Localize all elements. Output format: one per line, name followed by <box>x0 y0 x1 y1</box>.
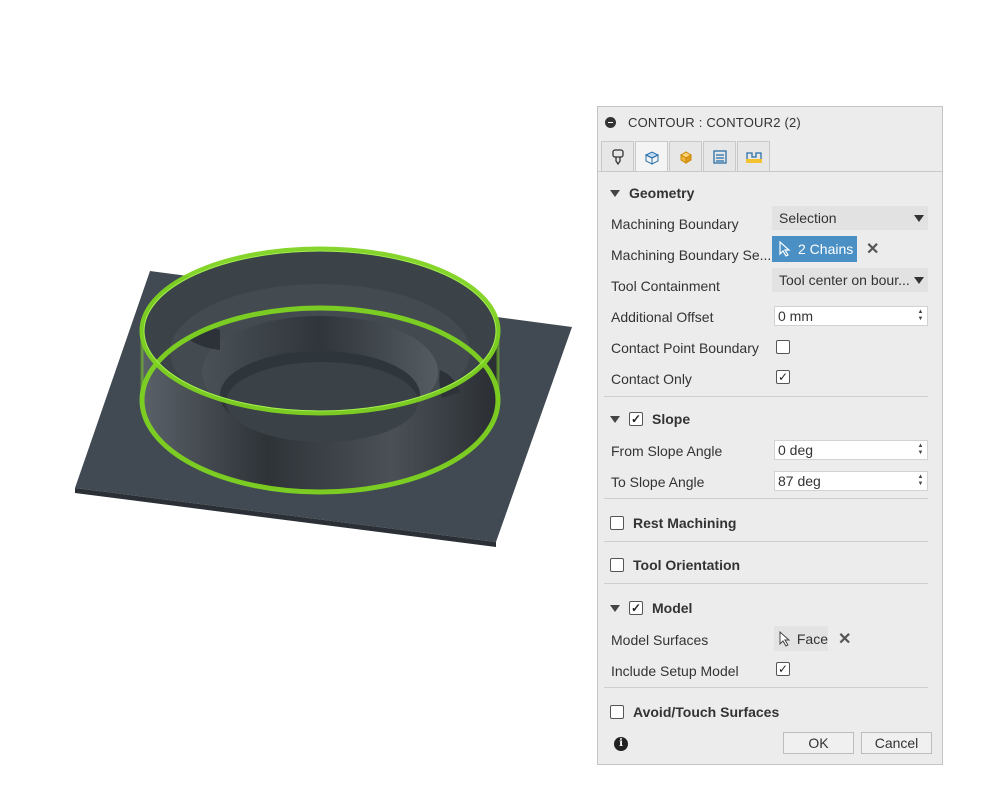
additional-offset-value: 0 mm <box>778 308 813 324</box>
model-header-label: Model <box>652 600 693 616</box>
boundary-selection-button[interactable]: 2 Chains <box>772 236 857 262</box>
geometry-header-label: Geometry <box>629 185 695 201</box>
slope-enable-checkbox[interactable]: ✓ <box>629 412 643 426</box>
boundary-selection-label: Machining Boundary Se... <box>611 247 772 263</box>
tool-orientation-header-label: Tool Orientation <box>633 557 741 573</box>
avoid-touch-checkbox[interactable] <box>610 705 624 719</box>
contact-only-label: Contact Only <box>611 371 692 387</box>
passes-icon <box>712 149 727 164</box>
contact-only-checkbox[interactable]: ✓ <box>776 370 790 384</box>
contact-point-boundary-checkbox[interactable] <box>776 340 790 354</box>
to-slope-label: To Slope Angle <box>611 474 705 490</box>
dialog-content: Geometry Machining Boundary Selection Ma… <box>598 171 942 728</box>
chevron-down-icon <box>914 215 924 222</box>
tool-containment-label: Tool Containment <box>611 278 720 294</box>
contour-dialog: CONTOUR : CONTOUR2 (2) Geometry Machinin… <box>597 106 943 765</box>
heights-icon <box>679 150 692 164</box>
collapse-triangle-icon <box>610 604 620 612</box>
dialog-footer: i OK Cancel <box>598 727 942 764</box>
from-slope-value: 0 deg <box>778 442 814 458</box>
section-divider <box>604 396 928 397</box>
rest-machining-checkbox[interactable] <box>610 516 624 530</box>
section-divider <box>604 541 928 542</box>
section-divider <box>604 687 928 688</box>
slope-section-header[interactable]: ✓ Slope <box>610 408 690 430</box>
tab-strip <box>601 141 771 171</box>
additional-offset-label: Additional Offset <box>611 309 714 325</box>
tab-passes[interactable] <box>703 141 736 171</box>
dialog-title: CONTOUR : CONTOUR2 (2) <box>628 114 801 130</box>
tab-tool[interactable] <box>601 141 634 171</box>
include-setup-model-checkbox[interactable]: ✓ <box>776 662 790 676</box>
spinner-arrows-icon[interactable]: ▲ ▼ <box>917 309 924 323</box>
additional-offset-input[interactable]: 0 mm ▲ ▼ <box>774 306 928 326</box>
cursor-arrow-icon <box>779 241 791 257</box>
info-icon[interactable]: i <box>614 737 628 751</box>
collapse-icon[interactable] <box>605 116 616 128</box>
linking-icon <box>745 151 762 163</box>
include-setup-model-label: Include Setup Model <box>611 663 739 679</box>
tool-orientation-checkbox[interactable] <box>610 558 624 572</box>
model-viewport[interactable] <box>0 0 590 794</box>
section-divider <box>604 583 928 584</box>
spinner-arrows-icon[interactable]: ▲ ▼ <box>917 443 924 457</box>
tab-heights[interactable] <box>669 141 702 171</box>
model-section-header[interactable]: ✓ Model <box>610 597 692 619</box>
tool-icon <box>611 148 624 165</box>
tab-linking[interactable] <box>737 141 770 171</box>
to-slope-input[interactable]: 87 deg ▲ ▼ <box>774 471 928 491</box>
tool-containment-dropdown[interactable]: Tool center on bour... <box>772 268 928 292</box>
section-divider <box>604 498 928 499</box>
slope-header-label: Slope <box>652 411 691 427</box>
machining-boundary-dropdown[interactable]: Selection <box>772 206 928 230</box>
dialog-titlebar: CONTOUR : CONTOUR2 (2) <box>598 107 942 137</box>
to-slope-value: 87 deg <box>778 473 821 489</box>
avoid-touch-header-label: Avoid/Touch Surfaces <box>633 704 780 720</box>
collapse-triangle-icon <box>610 415 620 423</box>
cancel-button[interactable]: Cancel <box>861 732 932 754</box>
machining-boundary-value: Selection <box>779 210 837 226</box>
clear-surfaces-icon[interactable]: ✕ <box>838 629 851 649</box>
from-slope-input[interactable]: 0 deg ▲ ▼ <box>774 440 928 460</box>
clear-selection-icon[interactable]: ✕ <box>866 239 879 259</box>
model-surfaces-label: Model Surfaces <box>611 632 709 648</box>
ok-button[interactable]: OK <box>783 732 854 754</box>
avoid-touch-section-header[interactable]: Avoid/Touch Surfaces <box>610 701 779 723</box>
contact-point-boundary-label: Contact Point Boundary <box>611 340 759 356</box>
boundary-selection-value: 2 Chains <box>798 241 854 257</box>
spinner-arrows-icon[interactable]: ▲ ▼ <box>917 474 924 488</box>
tab-geometry[interactable] <box>635 141 668 171</box>
tool-orientation-section-header[interactable]: Tool Orientation <box>610 554 740 576</box>
rest-machining-header-label: Rest Machining <box>633 515 737 531</box>
chevron-down-icon <box>914 277 924 284</box>
model-surfaces-button[interactable]: Face <box>774 626 828 651</box>
machining-boundary-label: Machining Boundary <box>611 216 739 232</box>
model-enable-checkbox[interactable]: ✓ <box>629 601 643 615</box>
geometry-section-header[interactable]: Geometry <box>610 182 694 204</box>
part-model <box>75 246 572 547</box>
cursor-arrow-icon <box>779 630 791 647</box>
collapse-triangle-icon <box>610 189 620 197</box>
geometry-icon <box>644 150 659 165</box>
from-slope-label: From Slope Angle <box>611 443 723 459</box>
tool-containment-value: Tool center on bour... <box>779 272 910 288</box>
model-surfaces-value: Face <box>796 630 828 647</box>
rest-machining-section-header[interactable]: Rest Machining <box>610 512 736 534</box>
